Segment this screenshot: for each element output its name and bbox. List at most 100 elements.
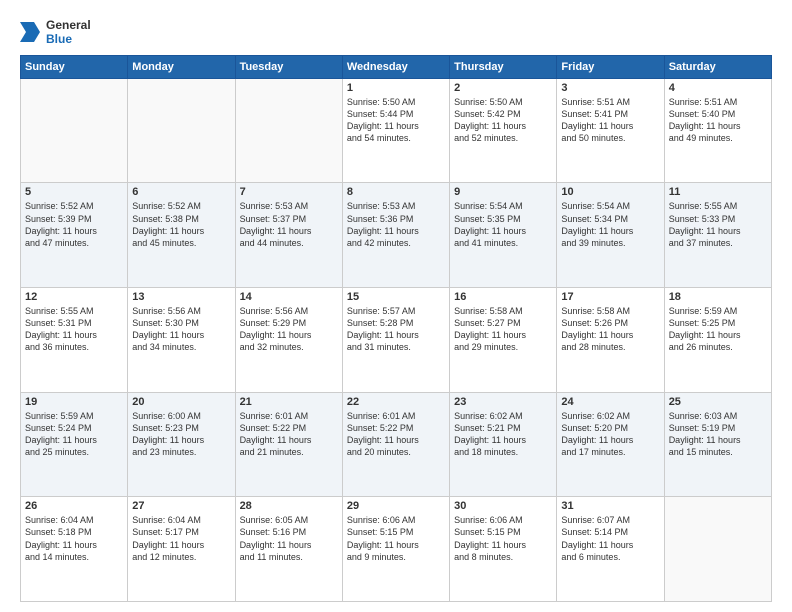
day-number: 22 [347,396,445,408]
weekday-header-saturday: Saturday [664,55,771,78]
day-info: Sunrise: 5:51 AM Sunset: 5:40 PM Dayligh… [669,96,767,145]
weekday-header-friday: Friday [557,55,664,78]
day-info: Sunrise: 5:58 AM Sunset: 5:26 PM Dayligh… [561,305,659,354]
day-info: Sunrise: 6:05 AM Sunset: 5:16 PM Dayligh… [240,514,338,563]
day-info: Sunrise: 5:50 AM Sunset: 5:44 PM Dayligh… [347,96,445,145]
calendar-cell [128,78,235,183]
calendar-cell: 13Sunrise: 5:56 AM Sunset: 5:30 PM Dayli… [128,288,235,393]
week-row-2: 5 Sunrise: 5:52 AM Sunset: 5:39 PM Daylig… [21,183,772,288]
day-info: Sunrise: 5:52 AM Sunset: 5:38 PM Dayligh… [132,200,230,249]
day-info: Sunrise: 5:55 AM Sunset: 5:33 PM Dayligh… [669,200,767,249]
weekday-header-monday: Monday [128,55,235,78]
day-info: Sunrise: 5:59 AM Sunset: 5:24 PM Dayligh… [25,410,123,459]
calendar-cell: 24 Sunrise: 6:02 AM Sunset: 5:20 PM Dayli… [557,392,664,497]
day-number: 31 [561,500,659,512]
day-number: 21 [240,396,338,408]
day-info: Sunrise: 5:55 AM Sunset: 5:31 PM Dayligh… [25,305,123,354]
calendar-cell: 14 Sunrise: 5:56 AM Sunset: 5:29 PM Dayli… [235,288,342,393]
calendar-cell [664,497,771,602]
day-number: 1 [347,82,445,94]
day-info: Sunrise: 5:58 AM Sunset: 5:27 PM Dayligh… [454,305,552,354]
day-number: 8 [347,186,445,198]
day-info: Sunrise: 6:00 AM Sunset: 5:23 PM Dayligh… [132,410,230,459]
day-number: 30 [454,500,552,512]
week-row-1: 1 Sunrise: 5:50 AM Sunset: 5:44 PM Daylig… [21,78,772,183]
day-info: Sunrise: 6:07 AM Sunset: 5:14 PM Dayligh… [561,514,659,563]
day-info: Sunrise: 6:01 AM Sunset: 5:22 PM Dayligh… [347,410,445,459]
calendar-cell: 30 Sunrise: 6:06 AM Sunset: 5:15 PM Dayli… [450,497,557,602]
calendar-cell: 15 Sunrise: 5:57 AM Sunset: 5:28 PM Dayli… [342,288,449,393]
calendar-cell: 31 Sunrise: 6:07 AM Sunset: 5:14 PM Dayli… [557,497,664,602]
calendar-cell: 23Sunrise: 6:02 AM Sunset: 5:21 PM Dayli… [450,392,557,497]
day-info: Sunrise: 6:04 AM Sunset: 5:18 PM Dayligh… [25,514,123,563]
calendar-cell [21,78,128,183]
day-info: Sunrise: 5:53 AM Sunset: 5:37 PM Dayligh… [240,200,338,249]
weekday-header-row: SundayMondayTuesdayWednesdayThursdayFrid… [21,55,772,78]
calendar-cell: 18 Sunrise: 5:59 AM Sunset: 5:25 PM Dayli… [664,288,771,393]
day-info: Sunrise: 5:50 AM Sunset: 5:42 PM Dayligh… [454,96,552,145]
day-number: 3 [561,82,659,94]
day-number: 27 [132,500,230,512]
calendar-cell: 6 Sunrise: 5:52 AM Sunset: 5:38 PM Daylig… [128,183,235,288]
calendar-cell: 5 Sunrise: 5:52 AM Sunset: 5:39 PM Daylig… [21,183,128,288]
calendar-cell: 20Sunrise: 6:00 AM Sunset: 5:23 PM Dayli… [128,392,235,497]
day-info: Sunrise: 5:54 AM Sunset: 5:34 PM Dayligh… [561,200,659,249]
day-info: Sunrise: 5:52 AM Sunset: 5:39 PM Dayligh… [25,200,123,249]
calendar-cell: 19 Sunrise: 5:59 AM Sunset: 5:24 PM Dayli… [21,392,128,497]
calendar-cell: 8Sunrise: 5:53 AM Sunset: 5:36 PM Daylig… [342,183,449,288]
calendar-table: SundayMondayTuesdayWednesdayThursdayFrid… [20,55,772,602]
calendar-cell: 11 Sunrise: 5:55 AM Sunset: 5:33 PM Dayli… [664,183,771,288]
day-number: 16 [454,291,552,303]
calendar-cell: 16 Sunrise: 5:58 AM Sunset: 5:27 PM Dayli… [450,288,557,393]
day-number: 17 [561,291,659,303]
calendar-cell: 1 Sunrise: 5:50 AM Sunset: 5:44 PM Daylig… [342,78,449,183]
calendar-cell: 12 Sunrise: 5:55 AM Sunset: 5:31 PM Dayli… [21,288,128,393]
calendar-cell: 22 Sunrise: 6:01 AM Sunset: 5:22 PM Dayli… [342,392,449,497]
day-number: 24 [561,396,659,408]
day-info: Sunrise: 5:51 AM Sunset: 5:41 PM Dayligh… [561,96,659,145]
calendar-cell: 25Sunrise: 6:03 AM Sunset: 5:19 PM Dayli… [664,392,771,497]
page: GeneralBlue SundayMondayTuesdayWednesday… [0,0,792,612]
day-number: 5 [25,186,123,198]
calendar-cell: 10 Sunrise: 5:54 AM Sunset: 5:34 PM Dayli… [557,183,664,288]
day-info: Sunrise: 5:57 AM Sunset: 5:28 PM Dayligh… [347,305,445,354]
day-number: 12 [25,291,123,303]
calendar-cell: 9Sunrise: 5:54 AM Sunset: 5:35 PM Daylig… [450,183,557,288]
day-info: Sunrise: 6:06 AM Sunset: 5:15 PM Dayligh… [454,514,552,563]
weekday-header-sunday: Sunday [21,55,128,78]
calendar-cell: 3 Sunrise: 5:51 AM Sunset: 5:41 PM Daylig… [557,78,664,183]
header: GeneralBlue [20,18,772,47]
day-number: 15 [347,291,445,303]
day-number: 28 [240,500,338,512]
week-row-4: 19 Sunrise: 5:59 AM Sunset: 5:24 PM Dayli… [21,392,772,497]
day-number: 4 [669,82,767,94]
logo: GeneralBlue [20,18,91,47]
day-info: Sunrise: 5:59 AM Sunset: 5:25 PM Dayligh… [669,305,767,354]
weekday-header-wednesday: Wednesday [342,55,449,78]
day-number: 2 [454,82,552,94]
day-info: Sunrise: 5:54 AM Sunset: 5:35 PM Dayligh… [454,200,552,249]
day-number: 26 [25,500,123,512]
day-number: 13 [132,291,230,303]
day-info: Sunrise: 5:56 AM Sunset: 5:29 PM Dayligh… [240,305,338,354]
week-row-5: 26 Sunrise: 6:04 AM Sunset: 5:18 PM Dayli… [21,497,772,602]
day-number: 11 [669,186,767,198]
weekday-header-thursday: Thursday [450,55,557,78]
logo-shape-icon [20,22,40,42]
day-number: 25 [669,396,767,408]
calendar-cell: 27Sunrise: 6:04 AM Sunset: 5:17 PM Dayli… [128,497,235,602]
day-number: 29 [347,500,445,512]
day-number: 14 [240,291,338,303]
calendar-cell: 29 Sunrise: 6:06 AM Sunset: 5:15 PM Dayli… [342,497,449,602]
calendar-cell: 17 Sunrise: 5:58 AM Sunset: 5:26 PM Dayli… [557,288,664,393]
day-info: Sunrise: 6:02 AM Sunset: 5:20 PM Dayligh… [561,410,659,459]
weekday-header-tuesday: Tuesday [235,55,342,78]
calendar-cell: 28 Sunrise: 6:05 AM Sunset: 5:16 PM Dayli… [235,497,342,602]
day-number: 19 [25,396,123,408]
day-info: Sunrise: 6:01 AM Sunset: 5:22 PM Dayligh… [240,410,338,459]
day-number: 18 [669,291,767,303]
day-info: Sunrise: 6:06 AM Sunset: 5:15 PM Dayligh… [347,514,445,563]
day-number: 10 [561,186,659,198]
day-number: 23 [454,396,552,408]
day-number: 6 [132,186,230,198]
